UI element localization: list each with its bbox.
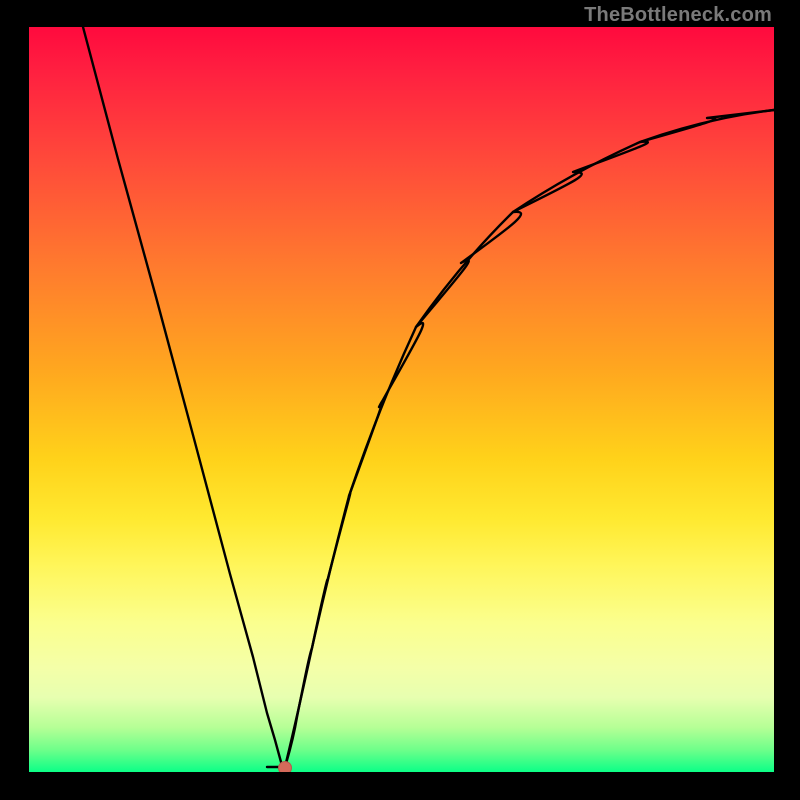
curve-left-branch — [83, 27, 285, 767]
plot-area — [29, 27, 774, 772]
min-point-marker — [278, 761, 292, 772]
chart-wrap: TheBottleneck.com — [0, 0, 800, 800]
curve-right-branch — [285, 110, 774, 767]
curve-right-branch-clean — [285, 110, 774, 767]
watermark-label: TheBottleneck.com — [584, 4, 772, 27]
curve-svg — [29, 27, 774, 772]
